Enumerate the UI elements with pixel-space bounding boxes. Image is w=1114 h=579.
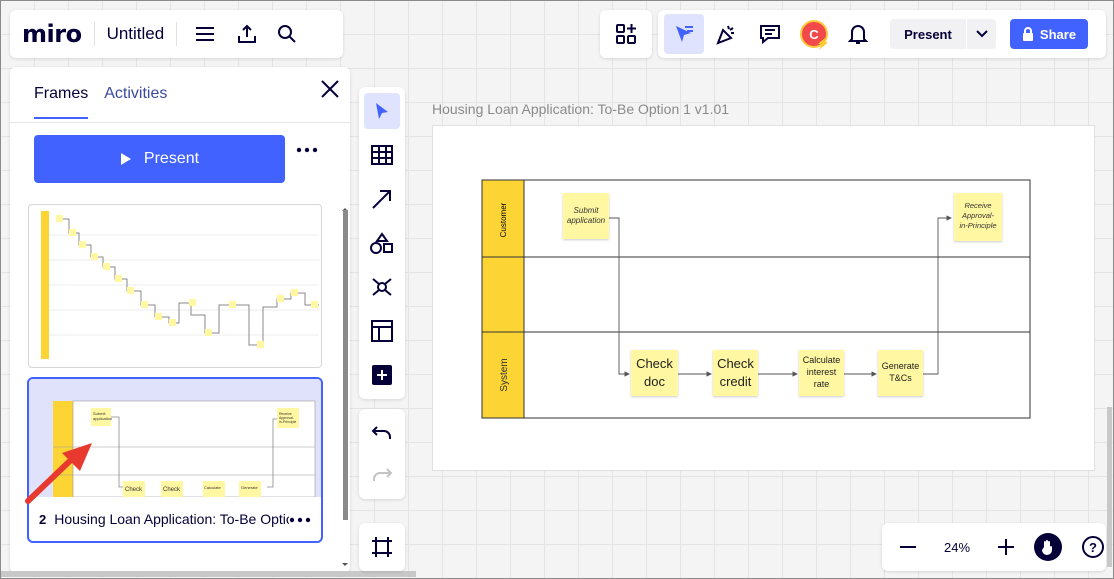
apps-icon [616,24,636,44]
sticky-text-line: Calculate [803,355,841,365]
connector [609,217,630,377]
sticky-text-line: in-Principle [959,221,996,230]
vertical-scrollbar[interactable] [1107,407,1112,567]
present-frames-button[interactable]: Present [34,135,285,183]
frame-more-icon[interactable] [289,517,311,523]
lane-label-customer: Customer [499,202,508,237]
present-button[interactable]: Present [890,19,966,49]
sticky-text-line: Submit [574,206,600,215]
sticky-text-line: Generate [882,361,920,371]
share-label: Share [1039,26,1077,42]
mindmap-icon[interactable] [364,269,400,305]
svg-text:application: application [93,416,112,421]
frame-thumbnail-1[interactable] [28,204,322,368]
close-icon[interactable] [320,79,340,99]
creation-toolbar [359,87,405,399]
svg-text:in-Principle: in-Principle [279,420,296,424]
divider [93,22,95,46]
svg-text:Check: Check [163,487,181,493]
sticky-text-line: credit [720,374,752,389]
sticky-text-line: rate [814,379,830,389]
divider [10,122,350,123]
connector-arrow-icon[interactable] [364,181,400,217]
sticky-text-line: interest [807,367,837,377]
divider [176,22,178,46]
sticky-calculate-interest-rate[interactable]: Calculate interest rate [799,350,844,396]
tab-activities[interactable]: Activities [104,85,167,119]
frames-panel: Frames Activities Present Check Check Ca… [10,67,350,573]
chevron-down-icon [975,30,988,38]
comment-icon[interactable] [748,18,792,50]
hand-tool-icon[interactable] [1034,533,1062,561]
bolt-icon: ⚡ [816,38,830,50]
sticky-receive-approval[interactable]: Receive Approval-in-Principle [954,193,1002,241]
table-icon[interactable] [364,137,400,173]
redo-icon[interactable] [364,457,400,493]
sticky-text-line: Approval- [961,211,995,220]
share-button[interactable]: Share [1010,19,1088,49]
miro-logo[interactable]: miro [22,20,82,48]
frame-title: Housing Loan Application: To-Be Option 1… [54,511,289,527]
present-group: Present [890,19,996,49]
connector [923,215,952,375]
sticky-text-line: Check [636,356,673,371]
sticky-text-line: Check [717,356,754,371]
frame-title[interactable]: Housing Loan Application: To-Be Option 1… [432,101,729,117]
swimlane-diagram[interactable]: Customer System Submit application Receiv… [433,126,1096,472]
present-dropdown[interactable] [966,19,996,49]
select-icon[interactable] [364,93,400,129]
zoom-out-icon[interactable] [892,531,924,563]
frame-caption: 2 Housing Loan Application: To-Be Option … [39,511,289,527]
sticky-check-doc[interactable]: Check doc [631,350,678,396]
tab-frames[interactable]: Frames [34,85,89,119]
undo-icon[interactable] [364,415,400,451]
sticky-text-line: application [567,216,606,225]
svg-text:ReceiveApproval-in-Principle: Receive Approval-in-Principle [959,201,996,230]
svg-text:Generate: Generate [241,485,258,490]
present-label: Present [143,150,200,167]
play-icon [120,153,131,165]
add-more-icon[interactable] [364,357,400,393]
search-icon[interactable] [271,18,303,50]
frame-1-preview [41,211,319,359]
svg-text:Calculate: Calculate [204,485,221,490]
bell-icon[interactable] [836,18,880,50]
apps-button[interactable] [600,10,652,58]
menu-icon[interactable] [189,18,221,50]
export-icon[interactable] [231,18,263,50]
canvas-frame[interactable]: Customer System Submit application Receiv… [432,125,1095,471]
board-header: miro Untitled [10,10,343,58]
svg-text:Check: Check [125,487,143,493]
sticky-submit-application[interactable]: Submit application [563,193,609,239]
help-icon[interactable]: ? [1082,536,1104,558]
shapes-icon[interactable] [364,225,400,261]
frame-tool-icon[interactable] [359,523,405,571]
sticky-check-credit[interactable]: Check credit [713,350,758,396]
avatar[interactable]: C ⚡ [792,20,836,50]
horizontal-scrollbar[interactable] [1,571,416,577]
panel-scrollbar-thumb[interactable] [343,210,348,520]
frame-index: 2 [39,512,47,527]
sticky-text-line: T&Cs [889,373,912,383]
celebrate-icon[interactable] [704,18,748,50]
sticky-text-line: Receive [964,201,991,210]
sticky-text-line: doc [644,374,665,389]
annotation-arrow-icon [25,443,92,504]
history-toolbar [359,409,405,499]
zoom-level[interactable]: 24% [936,540,978,555]
more-icon[interactable] [296,147,318,153]
lock-icon [1022,27,1033,41]
sticky-generate-tcs[interactable]: Generate T&Cs [878,350,923,396]
zoom-in-icon[interactable] [990,531,1022,563]
templates-icon[interactable] [364,313,400,349]
reactions-cursor-icon[interactable] [664,14,704,54]
zoom-controls: 24% ? [882,523,1106,571]
collab-toolbar: C ⚡ Present Share [658,10,1106,58]
lane-label-system: System [499,358,510,391]
board-title[interactable]: Untitled [107,24,165,44]
